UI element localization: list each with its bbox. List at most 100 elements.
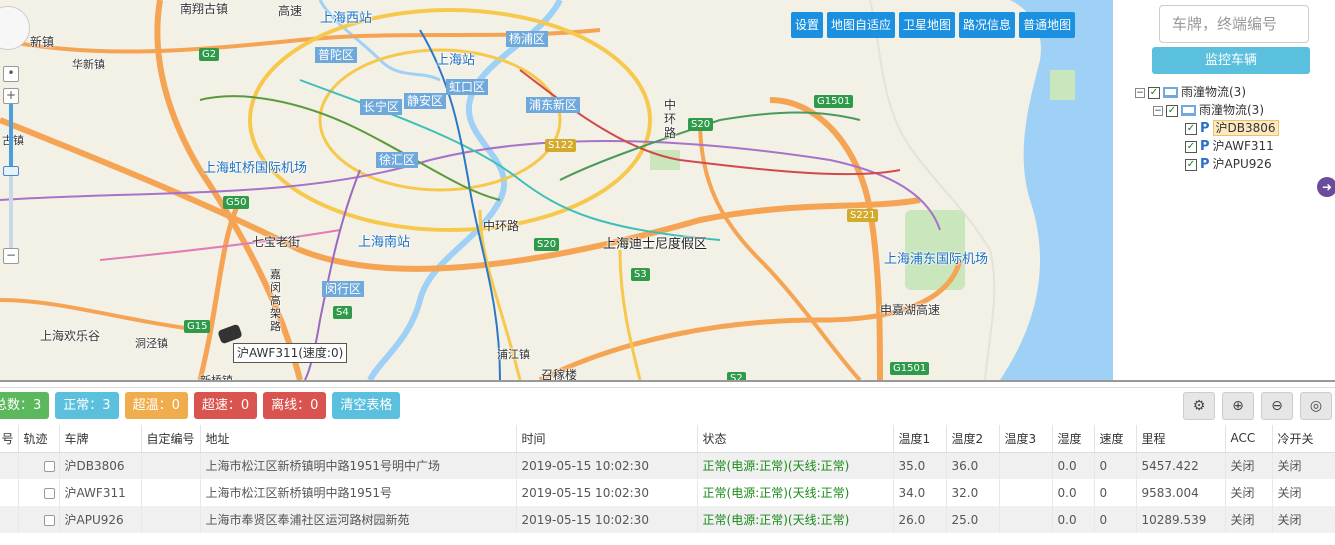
panel-splitter[interactable] [0,380,1335,388]
status-cell: 正常(电源:正常)(天线:正常) [697,506,894,533]
monitor-vehicles-button[interactable]: 监控车辆 [1152,47,1310,74]
col-header[interactable]: 时间 [516,425,698,453]
zoom-track-lower[interactable] [9,176,13,248]
map-label-zhaojiagou: 召稼楼 [541,368,578,380]
overspeed-count-badge[interactable]: 超速：0 [193,392,258,419]
col-header[interactable]: 状态 [697,425,894,453]
zoom-in-icon[interactable]: + [3,88,19,104]
tree-node-group[interactable]: − ✓ 雨潼物流(3) [1135,101,1279,119]
map-canvas[interactable]: 南翔古镇 新镇 华新镇 高速 上海西站 普陀区 上海站 杨浦区 虹口区 长宁区 … [0,0,1113,380]
col-header[interactable]: 温度3 [999,425,1053,453]
track-cell[interactable] [18,479,60,506]
table-row[interactable]: 沪APU926 上海市奉贤区奉浦社区运河路树园新苑 2019-05-15 10:… [0,506,1335,533]
track-cell[interactable] [18,452,60,479]
table-row[interactable]: 沪AWF311 上海市松江区新桥镇明中路1951号 2019-05-15 10:… [0,479,1335,506]
custom-id-cell [141,452,201,479]
target-icon[interactable]: ◎ [1300,392,1332,420]
checkbox-icon[interactable]: ✓ [1166,104,1178,117]
map-label-pudong-airport: 上海浦东国际机场 [884,252,989,267]
track-cell[interactable] [18,506,60,533]
overtemp-count-badge[interactable]: 超温：0 [124,392,188,419]
checkbox-icon[interactable]: ✓ [1185,140,1197,153]
collapse-icon[interactable]: − [1135,87,1145,98]
row-index-cell [0,452,19,479]
gear-icon[interactable]: ⚙ [1183,392,1215,420]
map-label-shanghai-west: 上海西站 [320,11,373,26]
mileage-cell: 9583.004 [1136,479,1226,506]
col-header[interactable]: 冷开关 [1272,425,1335,453]
traffic-info-button[interactable]: 路况信息 [959,12,1016,38]
mileage-cell: 10289.539 [1136,506,1226,533]
status-ok-text: 正常 [702,486,727,500]
road-shield: S20 [534,238,560,251]
address-cell: 上海市奉贤区奉浦社区运河路树园新苑 [200,506,517,533]
col-header[interactable]: 自定编号 [141,425,201,453]
map-label-dongjing: 洞泾镇 [135,337,168,350]
normal-count-badge[interactable]: 正常：3 [55,392,119,419]
temp1-cell: 34.0 [893,479,947,506]
tree-node-vehicle[interactable]: ✓ P 沪APU926 [1135,155,1279,173]
track-checkbox[interactable] [43,487,55,499]
vehicle-label: 沪DB3806 [1212,120,1279,136]
mileage-cell: 5457.422 [1136,452,1226,479]
map-label-xuhui: 徐汇区 [376,152,419,168]
col-header[interactable]: 温度1 [893,425,947,453]
tree-node-root[interactable]: − ✓ 雨潼物流(3) [1135,83,1279,101]
checkbox-icon[interactable]: ✓ [1148,86,1160,99]
speed-cell: 0 [1094,506,1137,533]
vehicle-panel: 车牌，终端编号 监控车辆 − ✓ 雨潼物流(3) − ✓ 雨潼物流(3) ✓ P 沪DB38… [1113,0,1335,380]
zoom-out-icon[interactable]: ⊖ [1261,392,1293,420]
table-row[interactable]: 沪DB3806 上海市松江区新桥镇明中路1951号明中广场 2019-05-15… [0,452,1335,479]
plate-cell: 沪AWF311 [59,479,142,506]
checkbox-icon[interactable]: ✓ [1185,122,1197,135]
table-header-row: 号 轨迹 车牌 自定编号 地址 时间 状态 温度1 温度2 温度3 湿度 速度 … [0,425,1335,453]
road-shield: G2 [199,48,220,61]
zoom-out-icon[interactable]: − [3,248,19,264]
road-shield: S20 [688,118,714,131]
map-label-yangpu: 杨浦区 [506,31,549,47]
col-header[interactable]: 温度2 [946,425,1000,453]
checkbox-icon[interactable]: ✓ [1185,158,1197,171]
cold-switch-cell: 关闭 [1272,479,1335,506]
total-count-badge[interactable]: 总数：3 [0,392,50,419]
zoom-in-icon[interactable]: ⊕ [1222,392,1254,420]
tree-node-vehicle[interactable]: ✓ P 沪DB3806 [1135,119,1279,137]
normal-map-button[interactable]: 普通地图 [1019,12,1076,38]
acc-cell: 关闭 [1225,506,1273,533]
offline-count-badge[interactable]: 离线：0 [263,392,327,419]
parking-icon: P [1200,138,1210,154]
col-header[interactable]: 里程 [1136,425,1226,453]
collapse-icon[interactable]: − [1153,105,1163,116]
col-header[interactable]: 轨迹 [18,425,60,453]
status-cell: 正常(电源:正常)(天线:正常) [697,479,894,506]
search-input[interactable]: 车牌，终端编号 [1159,5,1309,43]
tree-node-vehicle[interactable]: ✓ P 沪AWF311 [1135,137,1279,155]
zoom-handle[interactable] [3,166,19,176]
col-header[interactable]: 号 [0,425,19,453]
col-header[interactable]: ACC [1225,425,1273,453]
col-header[interactable]: 速度 [1094,425,1137,453]
map-label-hongqiao-airport: 上海虹桥国际机场 [203,161,308,176]
temp1-cell: 26.0 [893,506,947,533]
settings-button[interactable]: 设置 [791,12,824,38]
col-header[interactable]: 地址 [200,425,517,453]
track-checkbox[interactable] [43,514,55,526]
time-cell: 2019-05-15 10:02:30 [516,479,698,506]
expand-arrow-icon[interactable]: ➜ [1317,177,1335,197]
map-fit-button[interactable]: 地图自适应 [827,12,896,38]
col-header[interactable]: 车牌 [59,425,142,453]
col-header[interactable]: 湿度 [1052,425,1095,453]
locate-icon[interactable]: • [3,66,19,82]
zoom-slider[interactable]: • + − [3,62,19,264]
zoom-track[interactable] [9,104,13,166]
temp1-cell: 35.0 [893,452,947,479]
map-label-jingan: 静安区 [404,93,447,109]
track-checkbox[interactable] [43,460,55,472]
map-label-huanle: 上海欢乐谷 [40,329,101,343]
road-shield: G1501 [890,362,930,375]
temp2-cell: 32.0 [946,479,1000,506]
vehicle-tag[interactable]: 沪AWF311(速度:0) [233,343,348,363]
clear-table-button[interactable]: 清空表格 [332,392,401,419]
map-label-xinzhen: 新镇 [30,35,55,49]
satellite-map-button[interactable]: 卫星地图 [899,12,956,38]
